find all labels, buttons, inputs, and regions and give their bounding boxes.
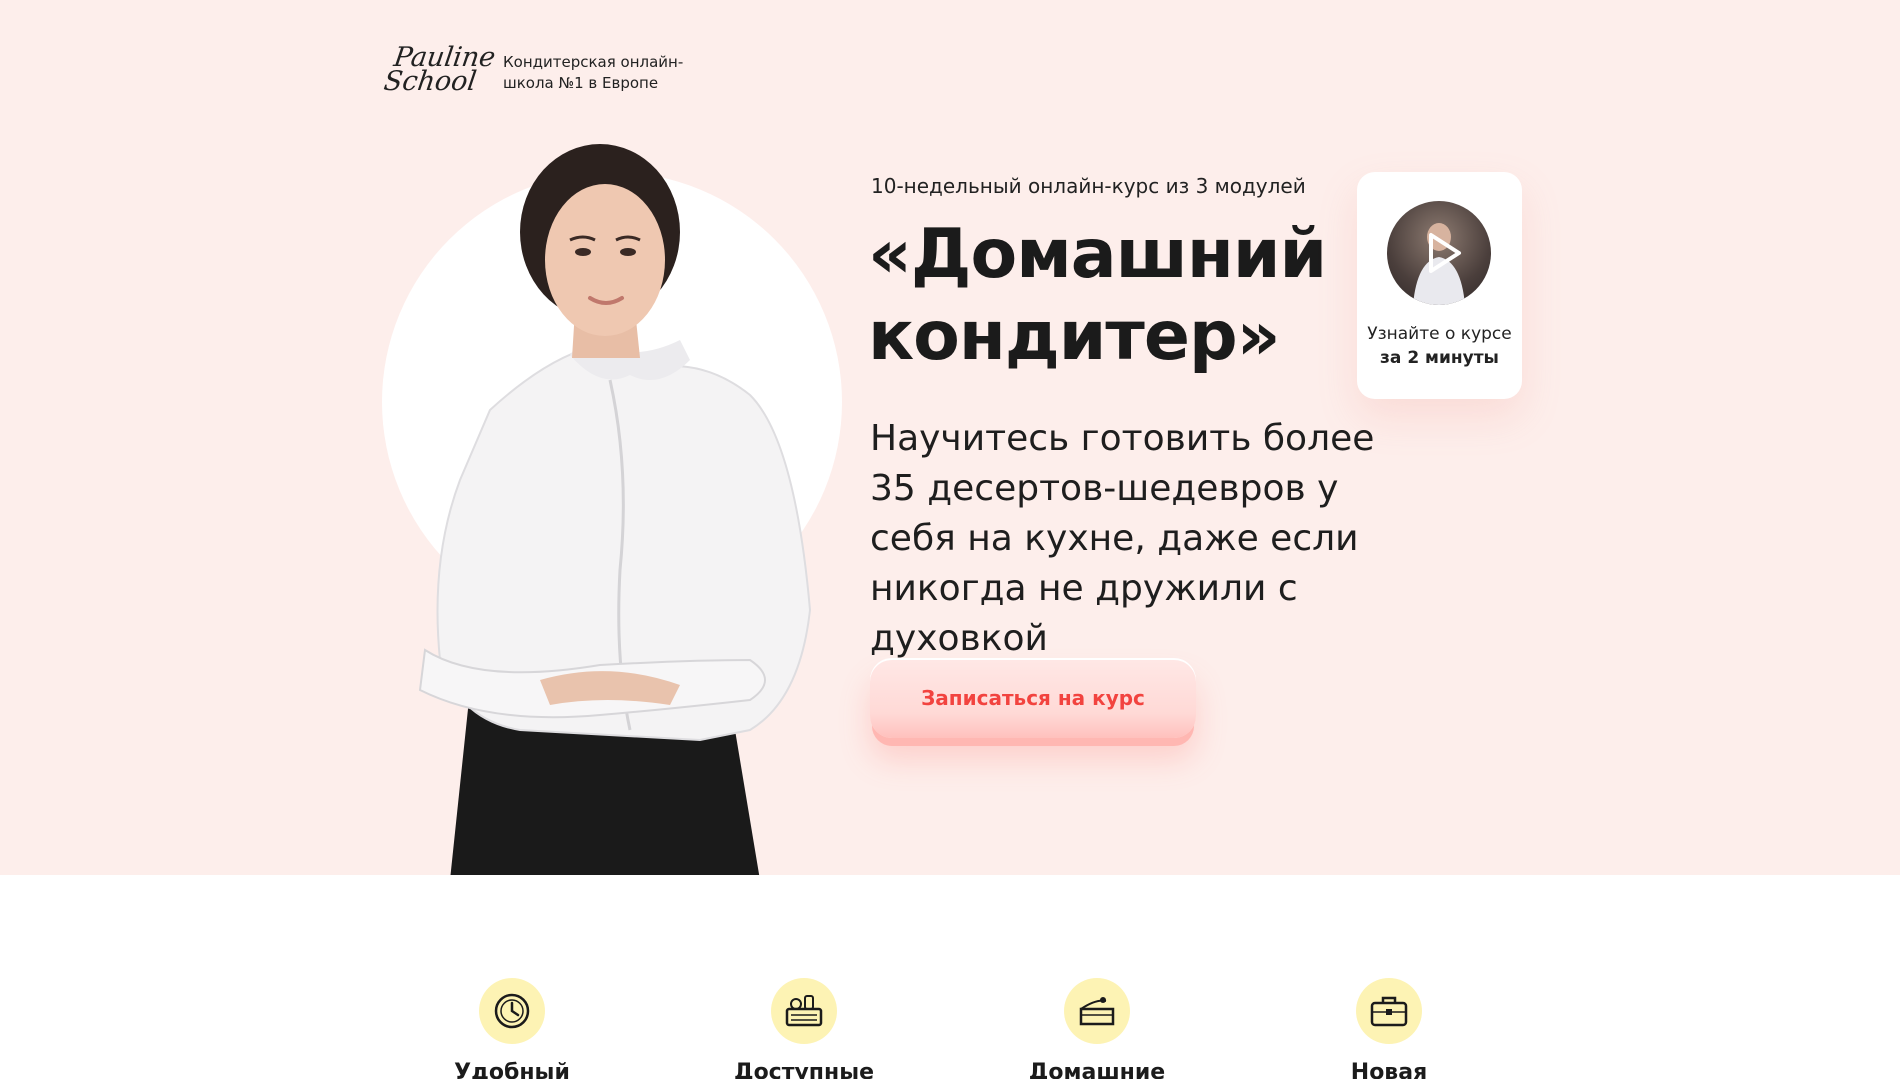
feature-label: Доступные продукты xyxy=(733,1060,875,1079)
video-intro-card[interactable]: Узнайте о курсе за 2 минуты xyxy=(1357,172,1522,399)
cake-icon xyxy=(1064,978,1130,1044)
basket-icon xyxy=(771,978,837,1044)
course-subtitle: 10-недельный онлайн-курс из 3 модулей xyxy=(871,174,1306,198)
hero-section: Pauline School Кондитерская онлайн-школа… xyxy=(0,0,1900,875)
feature-label: Новая профессия xyxy=(1350,1060,1428,1079)
feature-label: Домашние десерты xyxy=(1028,1060,1166,1079)
school-logo[interactable]: Pauline School xyxy=(381,42,497,100)
header-tagline: Кондитерская онлайн-школа №1 в Европе xyxy=(503,53,684,92)
clock-icon xyxy=(479,978,545,1044)
briefcase-icon xyxy=(1356,978,1422,1044)
course-lead: Научитесь готовить более 35 десертов-шед… xyxy=(870,418,1375,659)
chef-photo xyxy=(418,144,812,875)
video-caption: Узнайте о курсе за 2 минуты xyxy=(1357,322,1522,370)
video-thumbnail[interactable] xyxy=(1387,201,1491,305)
logo-line-2: School xyxy=(381,66,479,97)
video-caption-line2: за 2 минуты xyxy=(1380,348,1499,368)
feature-label: Удобный график xyxy=(454,1060,570,1079)
enroll-button[interactable]: Записаться на курс xyxy=(870,658,1196,738)
course-title: «Домашний кондитер» xyxy=(868,215,1327,376)
play-icon xyxy=(1413,223,1465,305)
video-caption-line1: Узнайте о курсе xyxy=(1367,324,1512,344)
